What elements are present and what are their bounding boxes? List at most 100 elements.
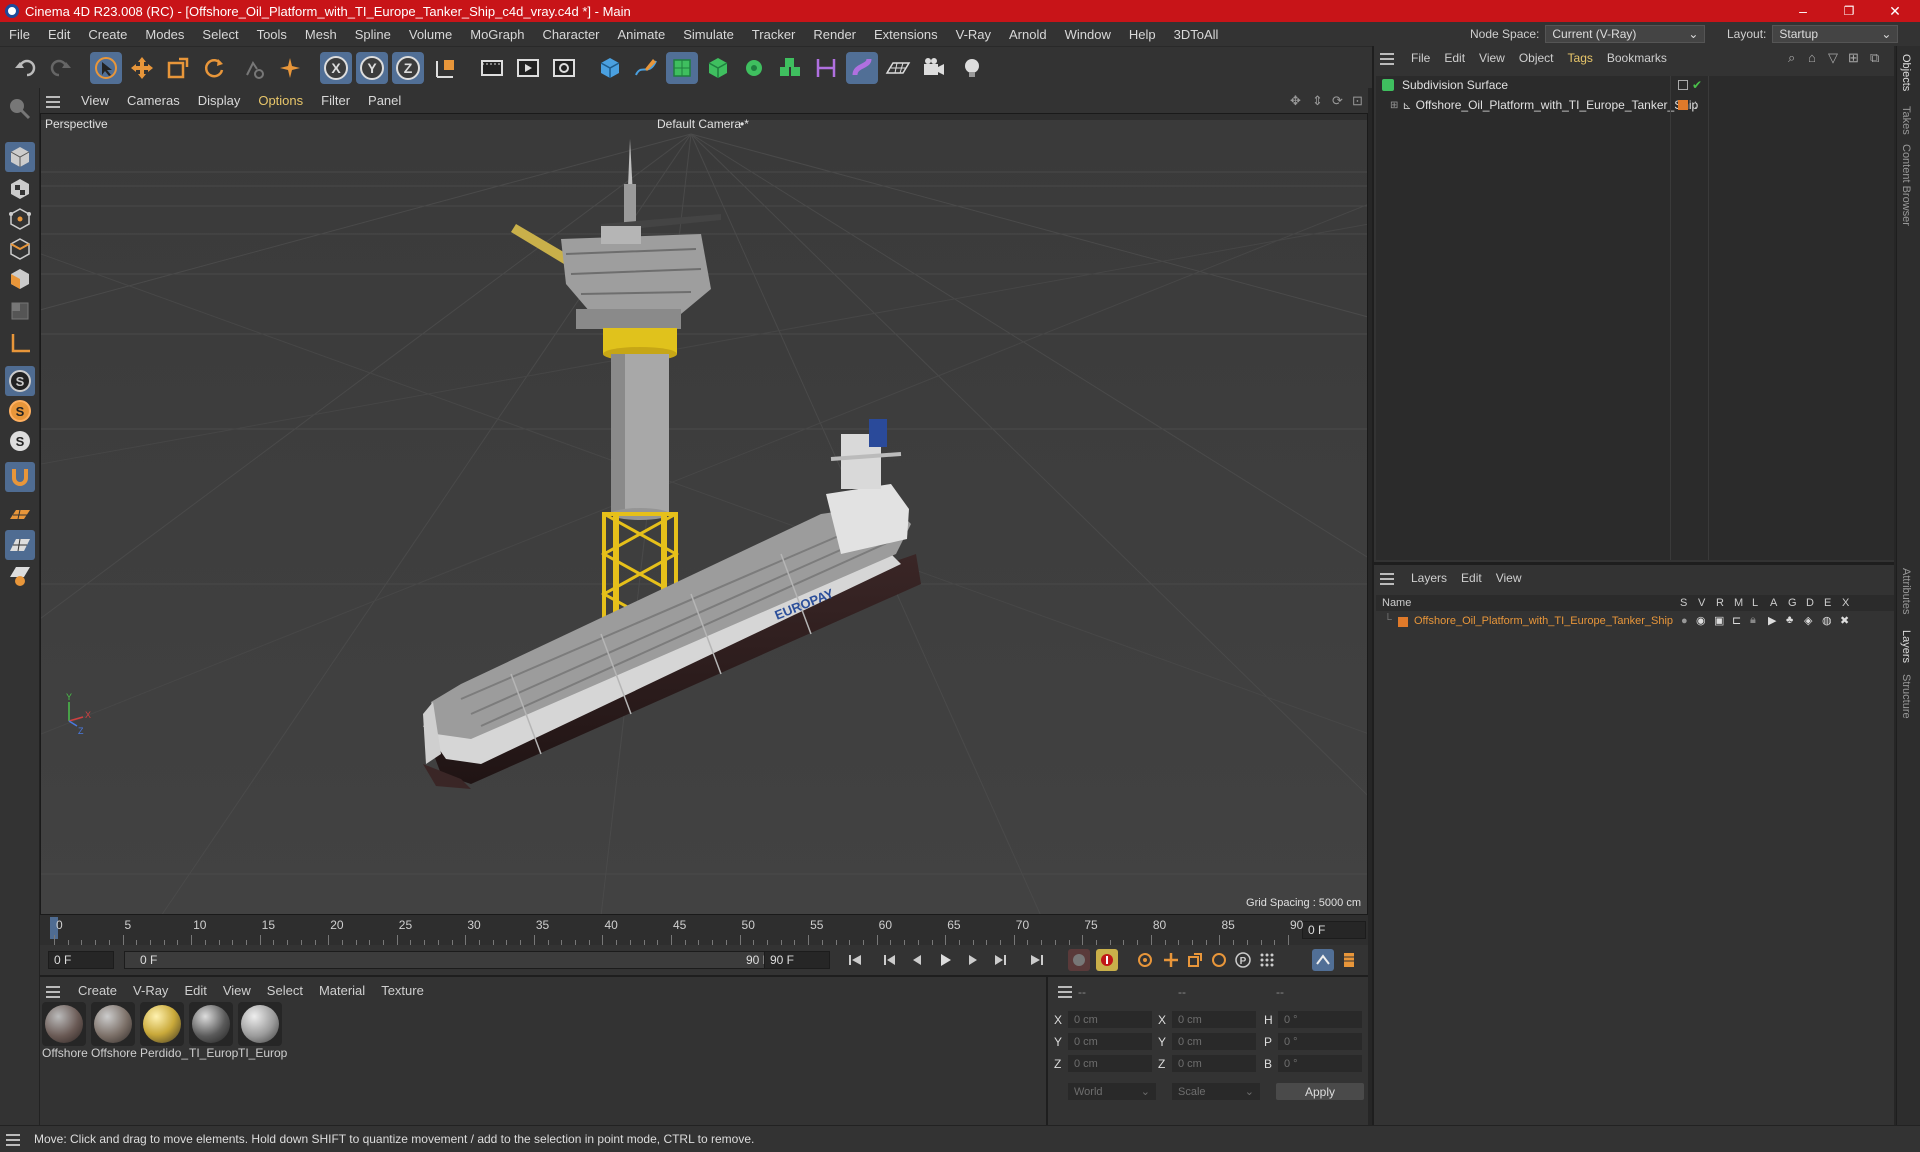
flag-header[interactable]: R <box>1716 597 1724 609</box>
array-icon[interactable] <box>774 52 806 84</box>
flag-header[interactable]: S <box>1680 597 1687 609</box>
axis-y-icon[interactable]: Y <box>356 52 388 84</box>
maximize-button[interactable]: ❐ <box>1826 0 1872 22</box>
frame-range-slider[interactable]: 0 F 90 F <box>124 951 784 969</box>
magnet-icon[interactable] <box>5 462 35 492</box>
object-menu-tags[interactable]: Tags <box>1561 51 1600 65</box>
tab-content-browser[interactable]: Content Browser <box>1900 144 1912 226</box>
make-editable-icon[interactable] <box>5 94 35 124</box>
layer-name-header[interactable]: Name <box>1382 597 1411 609</box>
visibility-dots-icon[interactable]: ⁚ <box>1694 100 1697 111</box>
coord-field[interactable]: 0 cm <box>1068 1055 1152 1072</box>
menu-spline[interactable]: Spline <box>346 27 400 42</box>
layer-name[interactable]: Offshore_Oil_Platform_with_TI_Europe_Tan… <box>1414 615 1673 627</box>
timeline-ruler[interactable]: 0 F 0 5 10 15 20 25 30 35 40 45 50 55 60 65 70 75 80 85 90 <box>40 915 1368 945</box>
home-icon[interactable]: ⌂ <box>1808 50 1816 65</box>
manager-flag-icon[interactable]: ⊏ <box>1732 614 1741 627</box>
coord-field[interactable]: 0 cm <box>1172 1055 1256 1072</box>
scene-icon[interactable] <box>846 52 878 84</box>
material-menu-vray[interactable]: V-Ray <box>125 983 176 998</box>
tab-structure[interactable]: Structure <box>1900 674 1912 719</box>
start-frame-field[interactable]: 0 F <box>48 951 114 969</box>
object-menu-view[interactable]: View <box>1472 51 1512 65</box>
axis-mode-icon[interactable] <box>5 328 35 358</box>
object-menu-object[interactable]: Object <box>1512 51 1561 65</box>
layer-menu-layers[interactable]: Layers <box>1404 571 1454 585</box>
flag-header[interactable]: E <box>1824 597 1831 609</box>
tab-layers[interactable]: Layers <box>1900 630 1912 663</box>
material-swatch[interactable]: Offshore <box>42 1002 88 1060</box>
viewport-rotate-icon[interactable]: ⟳ <box>1332 93 1343 109</box>
deformer-flag-icon[interactable]: ◈ <box>1804 614 1812 627</box>
coord-field[interactable]: 0 cm <box>1172 1033 1256 1050</box>
filter-icon[interactable]: ▽ <box>1828 50 1838 66</box>
coord-space-dropdown[interactable]: World ⌄ <box>1068 1083 1156 1100</box>
viewport-zoom-icon[interactable]: ⇕ <box>1312 93 1323 109</box>
rotate-icon[interactable] <box>198 52 230 84</box>
menu-simulate[interactable]: Simulate <box>674 27 743 42</box>
flag-header[interactable]: X <box>1842 597 1849 609</box>
hamburger-menu-icon[interactable] <box>1380 568 1400 588</box>
move-key-icon[interactable] <box>1160 949 1182 971</box>
menu-3dtoall[interactable]: 3DToAll <box>1165 27 1228 42</box>
flag-header[interactable]: M <box>1734 597 1743 609</box>
model-mode-icon[interactable] <box>5 142 35 172</box>
material-menu-texture[interactable]: Texture <box>373 983 432 998</box>
hamburger-menu-icon[interactable] <box>46 981 66 1001</box>
material-swatch[interactable]: TI_Europ <box>238 1002 287 1060</box>
render-settings-icon[interactable] <box>548 52 580 84</box>
create-object-icon[interactable] <box>274 52 306 84</box>
layer-color-swatch[interactable] <box>1398 617 1408 627</box>
viewport-menu-view[interactable]: View <box>72 93 118 108</box>
recent-tools-icon[interactable] <box>238 52 270 84</box>
floor-icon[interactable] <box>882 52 914 84</box>
snap-s-icon[interactable]: S <box>5 366 35 396</box>
scale-icon[interactable] <box>162 52 194 84</box>
live-selection-icon[interactable] <box>90 52 122 84</box>
flag-header[interactable]: L <box>1752 597 1758 609</box>
coord-scale-dropdown[interactable]: Scale ⌄ <box>1172 1083 1260 1100</box>
flag-header[interactable]: D <box>1806 597 1814 609</box>
next-frame-icon[interactable] <box>962 949 984 971</box>
viewport-menu-panel[interactable]: Panel <box>359 93 410 108</box>
render-view-icon[interactable] <box>512 52 544 84</box>
hamburger-menu-icon[interactable] <box>46 91 72 111</box>
pen-icon[interactable] <box>630 52 662 84</box>
menu-extensions[interactable]: Extensions <box>865 27 947 42</box>
minimize-button[interactable]: – <box>1780 0 1826 22</box>
texture-mode-icon[interactable] <box>5 174 35 204</box>
flag-header[interactable]: G <box>1788 597 1797 609</box>
coord-field[interactable]: 0 ° <box>1278 1055 1362 1072</box>
grid-icon[interactable] <box>5 530 35 560</box>
snap-s-orange-icon[interactable]: S <box>5 396 35 426</box>
object-row-oil-platform[interactable]: ⊞ ⊾ Offshore_Oil_Platform_with_TI_Europe… <box>1376 96 1894 114</box>
material-menu-view[interactable]: View <box>215 983 259 998</box>
coord-field[interactable]: 0 ° <box>1278 1033 1362 1050</box>
locked-workplane-icon[interactable] <box>5 560 35 590</box>
viewport-camera-label[interactable]: Default Camera <box>657 117 741 131</box>
flag-header[interactable]: V <box>1698 597 1705 609</box>
cloner-icon[interactable] <box>738 52 770 84</box>
menu-render[interactable]: Render <box>804 27 865 42</box>
layer-row[interactable]: └ Offshore_Oil_Platform_with_TI_Europe_T… <box>1376 613 1894 631</box>
current-frame-field[interactable]: 0 F <box>1302 921 1366 939</box>
search-icon[interactable]: ⌕ <box>1788 50 1795 66</box>
layout-dropdown[interactable]: Startup ⌄ <box>1772 25 1899 43</box>
polygons-mode-icon[interactable] <box>5 264 35 294</box>
viewport-menu-options[interactable]: Options <box>249 93 312 108</box>
param-key-icon[interactable]: P <box>1232 949 1254 971</box>
node-space-dropdown[interactable]: Current (V-Ray) ⌄ <box>1545 25 1706 43</box>
prev-key-icon[interactable] <box>878 949 900 971</box>
flag-header[interactable]: A <box>1770 597 1777 609</box>
checkmark-icon[interactable]: ✔ <box>1692 78 1702 92</box>
motion-system-icon[interactable] <box>1312 949 1334 971</box>
hamburger-menu-icon[interactable] <box>6 1129 26 1149</box>
points-mode-icon[interactable] <box>5 204 35 234</box>
viewport-pan-icon[interactable]: ✥ <box>1290 93 1301 109</box>
expand-icon[interactable]: ⊞ <box>1390 100 1398 111</box>
perspective-viewport[interactable]: EUROPAY Y X Z Perspective Default Camera… <box>40 113 1368 915</box>
cube-icon[interactable] <box>594 52 626 84</box>
viewport-menu-cameras[interactable]: Cameras <box>118 93 189 108</box>
material-swatch[interactable]: Offshore <box>91 1002 137 1060</box>
viewport-menu-display[interactable]: Display <box>189 93 250 108</box>
